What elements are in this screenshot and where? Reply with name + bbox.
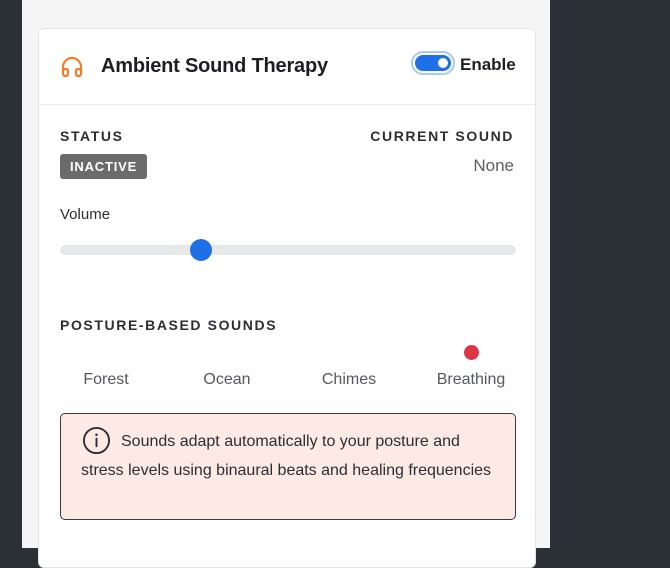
ambient-sound-card: Ambient Sound Therapy Enable STATUS CURR…: [38, 28, 536, 568]
sound-option-ocean[interactable]: Ocean: [172, 371, 282, 389]
headphones-icon: [61, 56, 83, 78]
info-text: Sounds adapt automatically to your postu…: [81, 433, 492, 479]
sound-option-chimes[interactable]: Chimes: [294, 371, 404, 389]
enable-label[interactable]: Enable: [460, 55, 516, 75]
status-label: STATUS: [60, 128, 124, 144]
status-badge: INACTIVE: [60, 154, 148, 179]
sound-option-forest[interactable]: Forest: [51, 371, 161, 389]
volume-label: Volume: [60, 206, 111, 223]
toggle-track: [415, 55, 451, 71]
sound-option-breathing[interactable]: Breathing: [416, 371, 526, 389]
breathing-indicator-dot: [464, 345, 479, 360]
volume-slider-thumb[interactable]: [190, 239, 213, 261]
card-title: Ambient Sound Therapy: [101, 55, 328, 77]
volume-slider[interactable]: [60, 239, 516, 261]
enable-toggle[interactable]: [411, 51, 455, 75]
card-header: Ambient Sound Therapy Enable: [39, 29, 535, 105]
toggle-knob: [438, 58, 448, 68]
side-panel: Ambient Sound Therapy Enable STATUS CURR…: [22, 0, 550, 568]
info-box: Sounds adapt automatically to your postu…: [60, 413, 516, 520]
current-sound-label: CURRENT SOUND: [370, 128, 514, 144]
current-sound-value: None: [473, 156, 514, 175]
posture-sounds-label: POSTURE-BASED SOUNDS: [60, 317, 278, 333]
